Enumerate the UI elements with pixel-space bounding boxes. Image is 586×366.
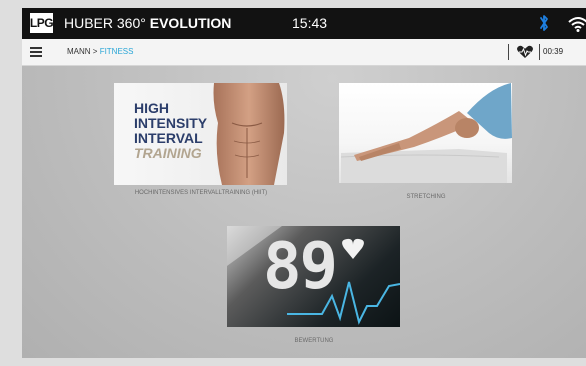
card-label-stretching: STRETCHING: [406, 194, 446, 200]
device-frame: LPG HUBER 360° EVOLUTION 15:43 MANN > FI…: [0, 0, 586, 366]
app-name: HUBER 360°: [64, 15, 146, 31]
card-label-bewertung: BEWERTUNG: [294, 338, 334, 344]
brand-logo: LPG: [30, 13, 54, 33]
stretching-illustration: [340, 83, 512, 183]
device-screen: LPG HUBER 360° EVOLUTION 15:43 MANN > FI…: [22, 8, 586, 358]
clock: 15:43: [292, 15, 328, 31]
hiit-image: HIGH INTENSITY INTERVAL TRAINING: [114, 83, 287, 185]
card-bewertung[interactable]: 89 BEWERTUNG: [227, 226, 401, 350]
hiit-image-text: HIGH INTENSITY INTERVAL TRAINING: [134, 101, 207, 161]
breadcrumb-root[interactable]: MANN >: [67, 47, 97, 56]
divider: [508, 44, 509, 60]
heart-rate-icon[interactable]: [516, 45, 534, 59]
breadcrumb: MANN > FITNESS: [67, 47, 133, 56]
card-label-hiit: HOCHINTENSIVES INTERVALLTRAINING (HIIT): [134, 190, 268, 196]
hamburger-menu-icon[interactable]: [30, 47, 42, 57]
session-timer: 00:39: [543, 47, 564, 56]
card-stretching[interactable]: STRETCHING: [339, 83, 513, 207]
breadcrumb-current: FITNESS: [99, 47, 134, 56]
stretching-image: [339, 83, 512, 183]
bewertung-image: 89: [227, 226, 400, 327]
nav-bar: MANN > FITNESS 00:39: [22, 39, 586, 66]
score-number: 89: [263, 230, 338, 304]
hiit-word-4: TRAINING: [134, 145, 202, 161]
hiit-word-3: INTERVAL: [134, 130, 203, 146]
app-name-bold: EVOLUTION: [149, 15, 232, 31]
divider: [539, 44, 540, 60]
app-title: HUBER 360° EVOLUTION: [64, 15, 231, 31]
hiit-word-2: INTENSITY: [134, 115, 208, 131]
wifi-icon: [568, 17, 586, 32]
card-hiit[interactable]: HIGH INTENSITY INTERVAL TRAINING HOCHINT…: [114, 83, 288, 213]
status-bar: LPG HUBER 360° EVOLUTION 15:43: [22, 8, 586, 39]
bluetooth-icon: [540, 15, 548, 31]
hiit-word-1: HIGH: [134, 100, 169, 116]
